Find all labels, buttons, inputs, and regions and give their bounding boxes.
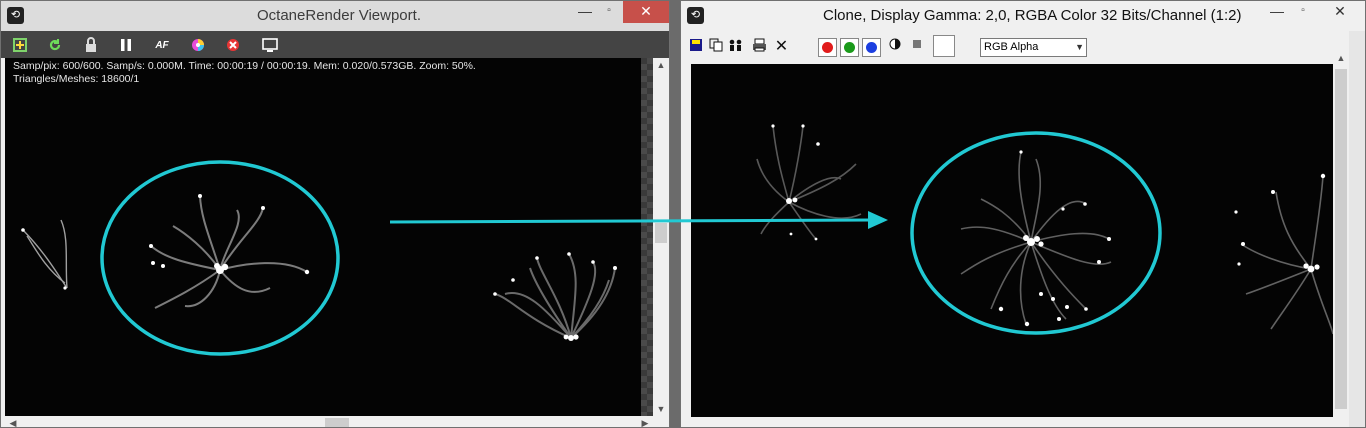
framebuffer-image[interactable] <box>691 64 1333 417</box>
blue-channel-dot <box>866 42 877 53</box>
red-channel-dot <box>822 42 833 53</box>
clear-icon[interactable] <box>223 35 243 55</box>
app-icon: ⟲ <box>687 7 704 24</box>
clone-icon[interactable] <box>727 38 744 55</box>
strand-cluster-right <box>494 253 616 339</box>
title-bar[interactable]: ⟲ OctaneRender Viewport. — ▫ ✕ <box>1 1 669 31</box>
horizontal-scrollbar[interactable]: ◀ ▶ <box>5 416 653 427</box>
strand-dots <box>21 194 617 341</box>
close-button[interactable]: ✕ <box>623 1 669 23</box>
minimize-button[interactable]: — <box>1265 1 1289 23</box>
alpha-toggle-icon[interactable] <box>908 38 925 55</box>
color-swatch[interactable] <box>933 35 955 57</box>
viewport-toolbar: AF <box>1 31 669 58</box>
scroll-up-arrow[interactable]: ▲ <box>653 58 669 72</box>
import-icon[interactable] <box>10 35 30 55</box>
clone-framebuffer-window: ⟲ Clone, Display Gamma: 2,0, RGBA Color … <box>680 0 1366 428</box>
strand-cluster-right <box>1240 175 1333 335</box>
chevron-down-icon: ▼ <box>1075 42 1084 52</box>
minimize-button[interactable]: — <box>573 1 597 23</box>
vertical-scrollbar[interactable]: ▲ ▼ <box>653 58 669 416</box>
channel-display-value: RGB Alpha <box>984 41 1039 53</box>
scroll-down-arrow[interactable]: ▼ <box>653 402 669 416</box>
scroll-up-arrow[interactable]: ▲ <box>1333 51 1349 65</box>
af-icon[interactable]: AF <box>152 35 172 55</box>
transparency-checker <box>641 58 653 416</box>
refresh-icon[interactable] <box>45 35 65 55</box>
display-icon[interactable] <box>260 35 280 55</box>
blue-channel-toggle[interactable] <box>862 38 881 57</box>
scroll-right-arrow[interactable]: ▶ <box>637 416 653 427</box>
copy-icon[interactable] <box>707 38 724 55</box>
channel-display-select[interactable]: RGB Alpha ▼ <box>980 38 1087 57</box>
strand-cluster-center <box>150 195 308 309</box>
clear-icon[interactable]: ✕ <box>773 38 790 55</box>
title-bar[interactable]: ⟲ Clone, Display Gamma: 2,0, RGBA Color … <box>681 1 1365 31</box>
octane-viewport-window: ⟲ OctaneRender Viewport. — ▫ ✕ AF Samp/p… <box>0 0 670 428</box>
render-image <box>21 194 617 341</box>
pause-icon[interactable] <box>116 35 136 55</box>
red-channel-toggle[interactable] <box>818 38 837 57</box>
green-channel-toggle[interactable] <box>840 38 859 57</box>
color-wheel-icon[interactable] <box>188 35 208 55</box>
close-button[interactable]: ✕ <box>1317 1 1363 23</box>
render-image <box>756 124 1333 335</box>
maximize-button[interactable]: ▫ <box>597 1 621 23</box>
mono-toggle-icon[interactable] <box>886 38 903 55</box>
print-icon[interactable] <box>751 38 768 55</box>
strand-dots <box>771 124 1326 327</box>
vertical-scrollbar[interactable]: ▲ <box>1333 31 1349 421</box>
window-title: OctaneRender Viewport. <box>257 7 421 24</box>
app-icon: ⟲ <box>7 7 24 24</box>
window-title: Clone, Display Gamma: 2,0, RGBA Color 32… <box>823 7 1242 24</box>
maximize-button[interactable]: ▫ <box>1291 1 1315 23</box>
strand-cluster-small <box>22 219 68 289</box>
scroll-left-arrow[interactable]: ◀ <box>5 416 21 427</box>
window-edge <box>1349 31 1365 427</box>
green-channel-dot <box>844 42 855 53</box>
scroll-thumb[interactable] <box>655 223 667 243</box>
save-icon[interactable] <box>687 38 704 55</box>
scroll-thumb[interactable] <box>1335 69 1347 409</box>
scroll-thumb-h[interactable] <box>325 418 349 427</box>
render-viewport[interactable]: Samp/pix: 600/600. Samp/s: 0.000M. Time:… <box>5 58 641 416</box>
lock-icon[interactable] <box>81 35 101 55</box>
strand-cluster-left <box>756 125 862 240</box>
